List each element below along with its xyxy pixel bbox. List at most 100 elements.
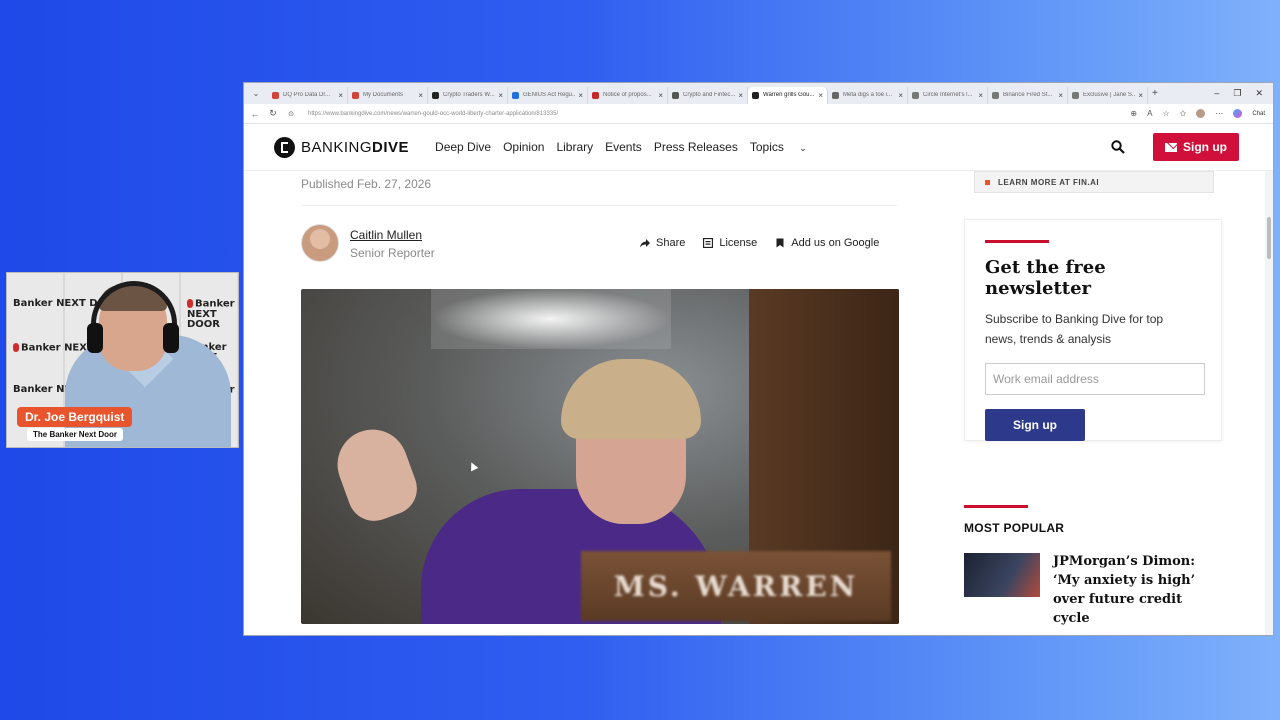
nav-opinion[interactable]: Opinion xyxy=(503,140,544,154)
more-options-icon[interactable]: ⋯ xyxy=(1215,109,1223,118)
back-icon[interactable]: ← xyxy=(248,109,262,119)
published-date: Published Feb. 27, 2026 xyxy=(301,177,432,191)
email-field[interactable] xyxy=(985,363,1205,395)
close-window-icon[interactable]: ✕ xyxy=(1255,88,1263,99)
copilot-icon[interactable] xyxy=(1233,109,1243,118)
close-tab-icon[interactable]: × xyxy=(338,91,343,100)
tab-label: Crypto Traders W... xyxy=(443,92,495,98)
browser-tab[interactable]: Notice of propos... × xyxy=(588,86,668,104)
browser-tab[interactable]: DQ Pro Data Dr... × xyxy=(268,86,348,104)
accent-bar xyxy=(985,240,1049,243)
new-tab-button[interactable]: + xyxy=(1152,88,1158,99)
favorites-icon[interactable]: ✩ xyxy=(1180,109,1187,118)
browser-tab[interactable]: Crypto and Fintec... × xyxy=(668,86,748,104)
url-field[interactable]: https://www.bankingdive.com/news/warren-… xyxy=(308,111,558,117)
webcam-overlay: Banker NEXT DOOR Banker NEXT DOOR Banker… xyxy=(6,272,239,448)
nav-deep-dive[interactable]: Deep Dive xyxy=(435,140,491,154)
header-signup-button[interactable]: Sign up xyxy=(1153,133,1239,161)
address-bar-row: ← ↻ ⊙ https://www.bankingdive.com/news/w… xyxy=(244,104,1273,124)
banking-dive-logo[interactable]: BANKINGDIVE xyxy=(274,136,409,158)
tab-favicon-icon xyxy=(912,91,919,99)
most-popular-heading: MOST POPULAR xyxy=(964,521,1065,535)
chat-button[interactable]: Chat xyxy=(1252,111,1265,117)
browser-tab[interactable]: Warren grills Gou... × xyxy=(748,86,828,104)
close-tab-icon[interactable]: × xyxy=(898,91,903,100)
browser-tab[interactable]: Exclusive | Jane S... × xyxy=(1068,86,1148,104)
bookmark-icon xyxy=(776,238,784,248)
nav-topics-label: Topics xyxy=(749,140,784,154)
browser-tab[interactable]: Binance Fired St... × xyxy=(988,86,1068,104)
hero-lights xyxy=(431,289,671,349)
article-hero-image: MS. WARREN xyxy=(301,289,899,624)
close-tab-icon[interactable]: × xyxy=(818,91,823,100)
promo-banner[interactable]: LEARN MORE AT FIN.AI xyxy=(974,171,1214,193)
share-label: Share xyxy=(656,237,686,249)
search-icon[interactable] xyxy=(1111,140,1125,154)
browser-tab[interactable]: My Documents × xyxy=(348,86,428,104)
close-tab-icon[interactable]: × xyxy=(658,91,663,100)
chevron-down-icon: ⌄ xyxy=(799,143,807,153)
site-info-icon[interactable]: ⊙ xyxy=(284,110,298,118)
nav-library[interactable]: Library xyxy=(556,140,593,154)
browser-tab[interactable]: Meta digs a toe i... × xyxy=(828,86,908,104)
close-tab-icon[interactable]: × xyxy=(738,91,743,100)
restore-icon[interactable]: ❐ xyxy=(1233,88,1241,99)
article-actions: Share License Add us on Google xyxy=(640,237,879,249)
close-tab-icon[interactable]: × xyxy=(978,91,983,100)
tab-favicon-icon xyxy=(1072,91,1079,99)
page-scrollbar[interactable] xyxy=(1265,171,1273,635)
tab-favicon-icon xyxy=(272,91,279,99)
tab-label: DQ Pro Data Dr... xyxy=(283,92,331,98)
browser-tab[interactable]: Crypto Traders W... × xyxy=(428,86,508,104)
logo-text-light: BANKING xyxy=(301,138,373,156)
author-name-link[interactable]: Caitlin Mullen xyxy=(350,228,422,242)
most-popular-headline-link[interactable]: JPMorgan’s Dimon: ‘My anxiety is high’ o… xyxy=(1053,552,1223,628)
tab-label: Notice of propos... xyxy=(603,92,652,98)
nav-topics[interactable]: Topics ⌄ xyxy=(750,140,819,154)
close-tab-icon[interactable]: × xyxy=(498,91,503,100)
minimize-icon[interactable]: – xyxy=(1214,88,1219,99)
tab-list-chevron-icon[interactable]: ⌄ xyxy=(244,89,268,98)
browser-tab[interactable]: GENIUS Act Regu... × xyxy=(508,86,588,104)
add-us-on-google-button[interactable]: Add us on Google xyxy=(775,237,879,249)
backdrop-logo: Banker NEXT DOOR xyxy=(187,298,235,330)
headset-earcup xyxy=(87,323,103,353)
tab-favicon-icon xyxy=(512,91,519,99)
nav-events[interactable]: Events xyxy=(605,140,642,154)
favorite-star-icon[interactable]: ☆ xyxy=(1162,109,1169,118)
browser-tab[interactable]: Circle Internet's l... × xyxy=(908,86,988,104)
page-body: Published Feb. 27, 2026 Caitlin Mullen S… xyxy=(244,171,1273,635)
newsletter-title: Get the free newsletter xyxy=(985,257,1106,299)
toolbar-right: ⊕ A ☆ ✩ ⋯ Chat xyxy=(1130,109,1273,118)
tab-label: Meta digs a toe i... xyxy=(843,92,893,98)
zoom-icon[interactable]: ⊕ xyxy=(1130,109,1137,118)
window-controls: – ❐ ✕ xyxy=(1214,88,1273,99)
newsletter-signup-button[interactable]: Sign up xyxy=(985,409,1085,441)
tab-favicon-icon xyxy=(592,91,599,99)
headset-earcup xyxy=(163,323,179,353)
hero-hair xyxy=(561,359,701,439)
tab-label: GENIUS Act Regu... xyxy=(523,92,576,98)
close-tab-icon[interactable]: × xyxy=(418,91,423,100)
share-arrow-icon xyxy=(640,239,650,248)
logo-text: BANKINGDIVE xyxy=(301,139,409,156)
close-tab-icon[interactable]: × xyxy=(578,91,583,100)
close-tab-icon[interactable]: × xyxy=(1058,91,1063,100)
read-aloud-icon[interactable]: A xyxy=(1147,109,1152,118)
accent-bar xyxy=(964,505,1028,508)
close-tab-icon[interactable]: × xyxy=(1138,91,1143,100)
presenter-name: Dr. Joe Bergquist xyxy=(17,407,133,427)
mouse-cursor-icon xyxy=(467,460,479,472)
refresh-icon[interactable]: ↻ xyxy=(266,108,280,119)
scrollbar-thumb[interactable] xyxy=(1267,217,1271,259)
nav-press-releases[interactable]: Press Releases xyxy=(654,140,738,154)
author-avatar[interactable] xyxy=(301,224,339,262)
share-button[interactable]: Share xyxy=(640,237,685,249)
divider xyxy=(301,205,897,206)
hero-hand xyxy=(327,419,425,529)
profile-icon[interactable] xyxy=(1196,109,1206,118)
logo-mark-icon xyxy=(274,136,295,158)
tab-label: Binance Fired St... xyxy=(1003,92,1053,98)
license-button[interactable]: License xyxy=(703,237,757,249)
most-popular-thumbnail[interactable] xyxy=(964,553,1040,597)
